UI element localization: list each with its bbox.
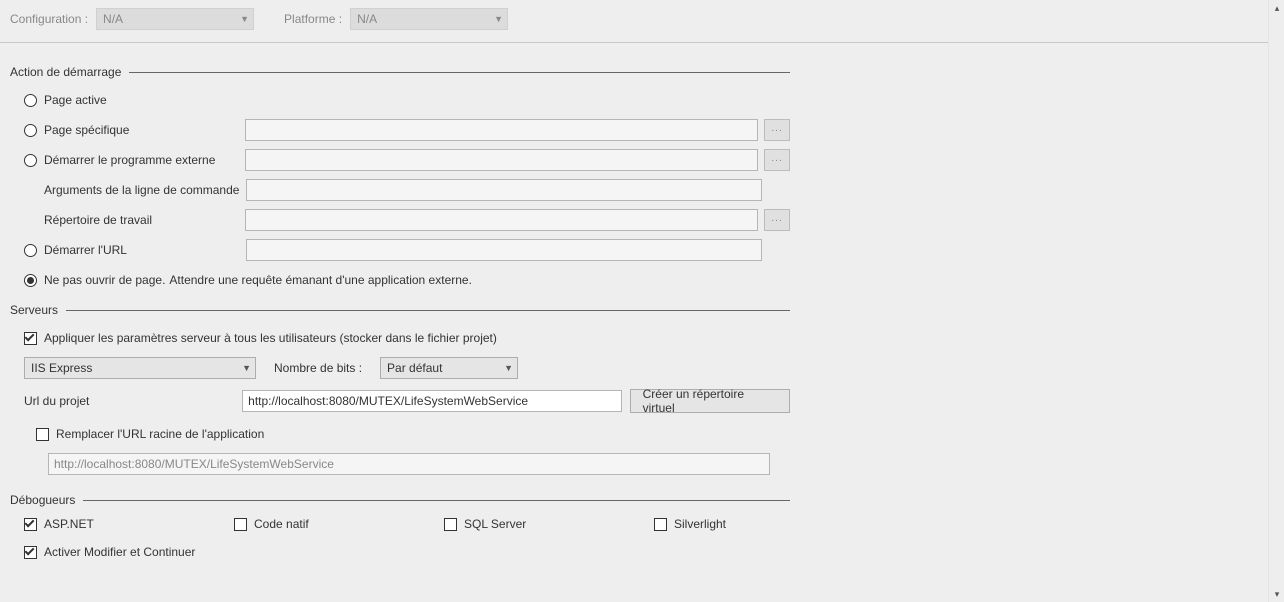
- override-root-input: [48, 453, 770, 475]
- check-sql-label: SQL Server: [464, 517, 526, 531]
- no-page-note: Attendre une requête émanant d'une appli…: [169, 273, 472, 287]
- cmd-args-input[interactable]: [246, 179, 762, 201]
- project-url-label: Url du projet: [24, 394, 242, 408]
- check-override-root[interactable]: [36, 428, 49, 441]
- workdir-input[interactable]: [245, 209, 758, 231]
- browse-workdir-button[interactable]: ...: [764, 209, 790, 231]
- radio-start-url[interactable]: [24, 244, 37, 257]
- cmd-args-label: Arguments de la ligne de commande: [44, 183, 239, 197]
- radio-specific-page-label: Page spécifique: [44, 123, 129, 137]
- radio-no-page[interactable]: [24, 274, 37, 287]
- bits-dropdown[interactable]: Par défaut ▼: [380, 357, 518, 379]
- section-debuggers: Débogueurs: [10, 493, 790, 507]
- check-edit-continue[interactable]: [24, 546, 37, 559]
- section-start-action: Action de démarrage: [10, 65, 790, 79]
- bits-value: Par défaut: [387, 361, 442, 375]
- check-sql[interactable]: [444, 518, 457, 531]
- configuration-label: Configuration :: [10, 12, 88, 26]
- check-apply-all-label: Appliquer les paramètres serveur à tous …: [44, 331, 497, 345]
- radio-external-program-label: Démarrer le programme externe: [44, 153, 215, 167]
- platform-value: N/A: [357, 12, 377, 26]
- configuration-dropdown[interactable]: N/A ▼: [96, 8, 254, 30]
- create-vdir-label: Créer un répertoire virtuel: [643, 387, 777, 415]
- check-edit-continue-label: Activer Modifier et Continuer: [44, 545, 195, 559]
- radio-no-page-label: Ne pas ouvrir de page.: [44, 273, 165, 287]
- chevron-down-icon: ▼: [504, 363, 513, 373]
- browse-external-program-button[interactable]: ...: [764, 149, 790, 171]
- vertical-scrollbar[interactable]: ▴ ▾: [1268, 0, 1284, 602]
- radio-start-url-label: Démarrer l'URL: [44, 243, 127, 257]
- start-url-input[interactable]: [246, 239, 762, 261]
- chevron-down-icon: ▼: [240, 14, 249, 24]
- scroll-down-icon[interactable]: ▾: [1269, 586, 1284, 602]
- section-title: Débogueurs: [10, 493, 75, 507]
- specific-page-input[interactable]: [245, 119, 758, 141]
- create-vdir-button[interactable]: Créer un répertoire virtuel: [630, 389, 790, 413]
- configuration-value: N/A: [103, 12, 123, 26]
- scroll-up-icon[interactable]: ▴: [1269, 0, 1284, 16]
- check-aspnet-label: ASP.NET: [44, 517, 94, 531]
- check-silverlight-label: Silverlight: [674, 517, 726, 531]
- top-bar: Configuration : N/A ▼ Platforme : N/A ▼: [0, 0, 1268, 43]
- check-native[interactable]: [234, 518, 247, 531]
- check-override-root-label: Remplacer l'URL racine de l'application: [56, 427, 264, 441]
- radio-external-program[interactable]: [24, 154, 37, 167]
- check-silverlight[interactable]: [654, 518, 667, 531]
- platform-label: Platforme :: [284, 12, 342, 26]
- chevron-down-icon: ▼: [494, 14, 503, 24]
- platform-dropdown[interactable]: N/A ▼: [350, 8, 508, 30]
- check-aspnet[interactable]: [24, 518, 37, 531]
- external-program-input[interactable]: [245, 149, 758, 171]
- server-type-value: IIS Express: [31, 361, 92, 375]
- radio-active-page-label: Page active: [44, 93, 107, 107]
- radio-active-page[interactable]: [24, 94, 37, 107]
- browse-specific-page-button[interactable]: ...: [764, 119, 790, 141]
- section-servers: Serveurs: [10, 303, 790, 317]
- workdir-label: Répertoire de travail: [44, 213, 152, 227]
- check-apply-all[interactable]: [24, 332, 37, 345]
- bits-label: Nombre de bits :: [274, 361, 362, 375]
- project-url-input[interactable]: [242, 390, 622, 412]
- check-native-label: Code natif: [254, 517, 309, 531]
- radio-specific-page[interactable]: [24, 124, 37, 137]
- chevron-down-icon: ▼: [242, 363, 251, 373]
- section-title: Action de démarrage: [10, 65, 121, 79]
- server-type-dropdown[interactable]: IIS Express ▼: [24, 357, 256, 379]
- section-title: Serveurs: [10, 303, 58, 317]
